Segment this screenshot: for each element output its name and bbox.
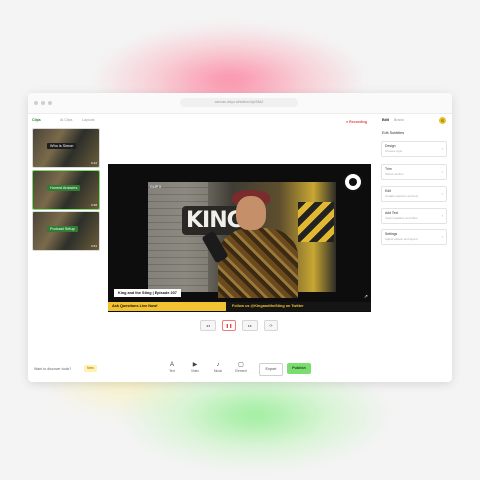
ticker-right-text: Follow us @KingandtheSting on Twitter [226,302,371,311]
clip-label: Honest Answers [47,185,81,191]
settings-field[interactable]: Settings Adjust aspect and layout › [381,229,447,245]
chevron-right-icon: › [441,169,443,174]
edit-field[interactable]: Edit Update captions and text › [381,186,447,202]
maximize-dot-icon[interactable] [48,101,52,105]
previous-button[interactable]: ◂◂ [200,320,216,331]
clip-label: Podcast Setup [47,226,78,232]
next-button[interactable]: ▸▸ [242,320,258,331]
clip-duration: 0:51 [91,244,97,248]
record-button[interactable]: ● Recording [346,120,367,124]
tab-brand[interactable]: Brand [394,118,404,122]
chevron-right-icon: › [441,191,443,196]
music-tool[interactable]: ♪ Music [211,362,225,373]
clip-badge: CLIP 3 [150,185,161,189]
clip-thumbnail-2[interactable]: Honest Answers 0:38 [32,170,100,210]
export-button[interactable]: Export [259,363,283,376]
channel-logo-icon [343,172,363,192]
pause-button[interactable]: ❚❚ [222,320,236,331]
tab-edit[interactable]: Edit [382,118,389,122]
add-text-field[interactable]: Add Text Insert headline and titles › [381,208,447,224]
chevron-right-icon: › [441,146,443,151]
chevron-right-icon: › [441,234,443,239]
titlebar: canvas.vidyo.ai/editor/clip/28a2 [28,93,452,114]
minimize-dot-icon[interactable] [41,101,45,105]
ticker-bar: Ask Questions Live Now! Follow us @Kinga… [108,302,371,311]
video-icon: ▶ [192,362,198,368]
tab-layouts[interactable]: Layouts [82,118,95,122]
publish-button[interactable]: Publish [287,363,311,374]
tab-clips[interactable]: Clips [32,118,41,122]
text-icon: A [169,362,174,368]
clip-thumbnail-1[interactable]: Who is Simon 0:42 [32,128,100,168]
panel-title: Edit Subtitles [382,131,405,135]
app-window: canvas.vidyo.ai/editor/clip/28a2 Clips A… [28,93,452,382]
video-preview[interactable]: KING CLIP 3 King and the Sting | Episode… [108,164,371,312]
episode-title: King and the Sting | Episode 207 [114,289,181,297]
ticker-left-text: Ask Questions Live Now! [112,304,158,308]
avatar[interactable]: S [439,117,446,124]
element-icon: ▢ [238,362,244,368]
text-tool[interactable]: A Text [165,362,179,373]
clip-thumbnail-3[interactable]: Podcast Setup 0:51 [32,211,100,251]
footer-hint: Want to discover tools? [34,367,72,371]
chevron-right-icon: › [441,213,443,218]
expand-icon[interactable]: ↗ [364,294,368,300]
url-bar[interactable]: canvas.vidyo.ai/editor/clip/28a2 [180,98,298,107]
element-tool[interactable]: ▢ Element [234,362,248,373]
clip-label: Who is Simon [47,143,77,149]
close-dot-icon[interactable] [34,101,38,105]
design-field[interactable]: Design Choose style › [381,141,447,157]
clip-duration: 0:42 [91,161,97,165]
video-tool[interactable]: ▶ Video [188,362,202,373]
loop-button[interactable]: ⟳ [264,320,278,331]
trim-field[interactable]: Trim Select section › [381,164,447,180]
music-icon: ♪ [216,362,220,368]
new-badge[interactable]: New [84,365,97,372]
tab-ai-clips[interactable]: AI Clips [60,118,72,122]
clip-duration: 0:38 [91,203,97,207]
video-frame: KING [148,182,336,298]
